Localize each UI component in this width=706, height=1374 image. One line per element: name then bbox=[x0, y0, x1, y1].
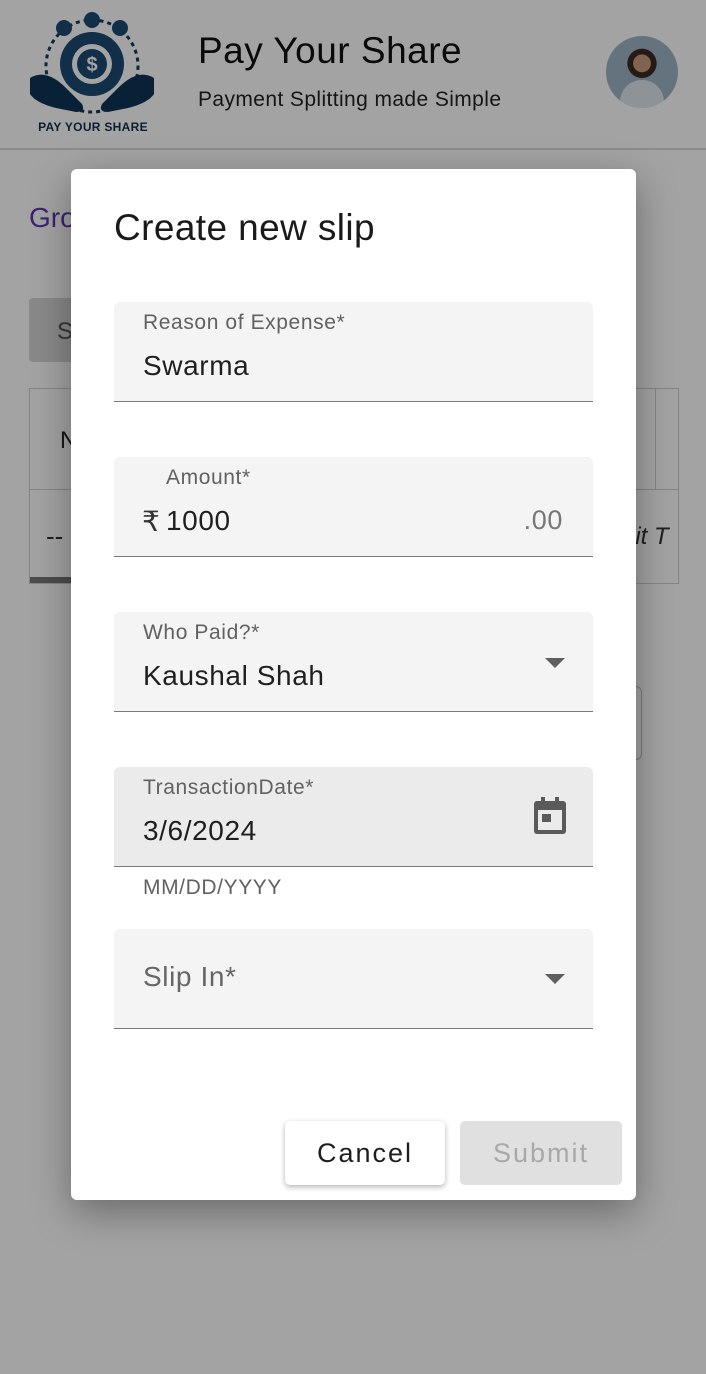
field-value[interactable]: 3/6/2024 bbox=[143, 815, 257, 847]
transaction-date-field[interactable]: TransactionDate* 3/6/2024 bbox=[114, 767, 593, 867]
date-format-helper: MM/DD/YYYY bbox=[143, 876, 283, 899]
field-label: Who Paid?* bbox=[143, 621, 260, 644]
submit-button[interactable]: Submit bbox=[460, 1121, 622, 1185]
rupee-icon: ₹ bbox=[142, 506, 160, 537]
amount-field[interactable]: Amount* ₹ 1000 .00 bbox=[114, 457, 593, 557]
field-label: TransactionDate* bbox=[143, 776, 315, 799]
dropdown-caret-icon[interactable] bbox=[545, 658, 565, 668]
field-label: Slip In* bbox=[143, 961, 237, 992]
create-slip-dialog: Create new slip Reason of Expense* Swarm… bbox=[71, 169, 636, 1200]
dropdown-caret-icon[interactable] bbox=[545, 974, 565, 984]
field-value[interactable]: 1000 bbox=[166, 505, 231, 537]
reason-of-expense-field[interactable]: Reason of Expense* Swarma bbox=[114, 302, 593, 402]
field-value[interactable]: Swarma bbox=[143, 350, 249, 382]
amount-suffix: .00 bbox=[523, 505, 563, 535]
field-label: Amount* bbox=[166, 466, 251, 489]
field-value: Kaushal Shah bbox=[143, 660, 325, 691]
dialog-title: Create new slip bbox=[114, 207, 376, 248]
calendar-icon[interactable] bbox=[533, 797, 567, 835]
cancel-button[interactable]: Cancel bbox=[285, 1121, 445, 1185]
field-label: Reason of Expense* bbox=[143, 311, 346, 334]
slip-in-select[interactable]: Slip In* bbox=[114, 929, 593, 1029]
who-paid-select[interactable]: Who Paid?* Kaushal Shah bbox=[114, 612, 593, 712]
